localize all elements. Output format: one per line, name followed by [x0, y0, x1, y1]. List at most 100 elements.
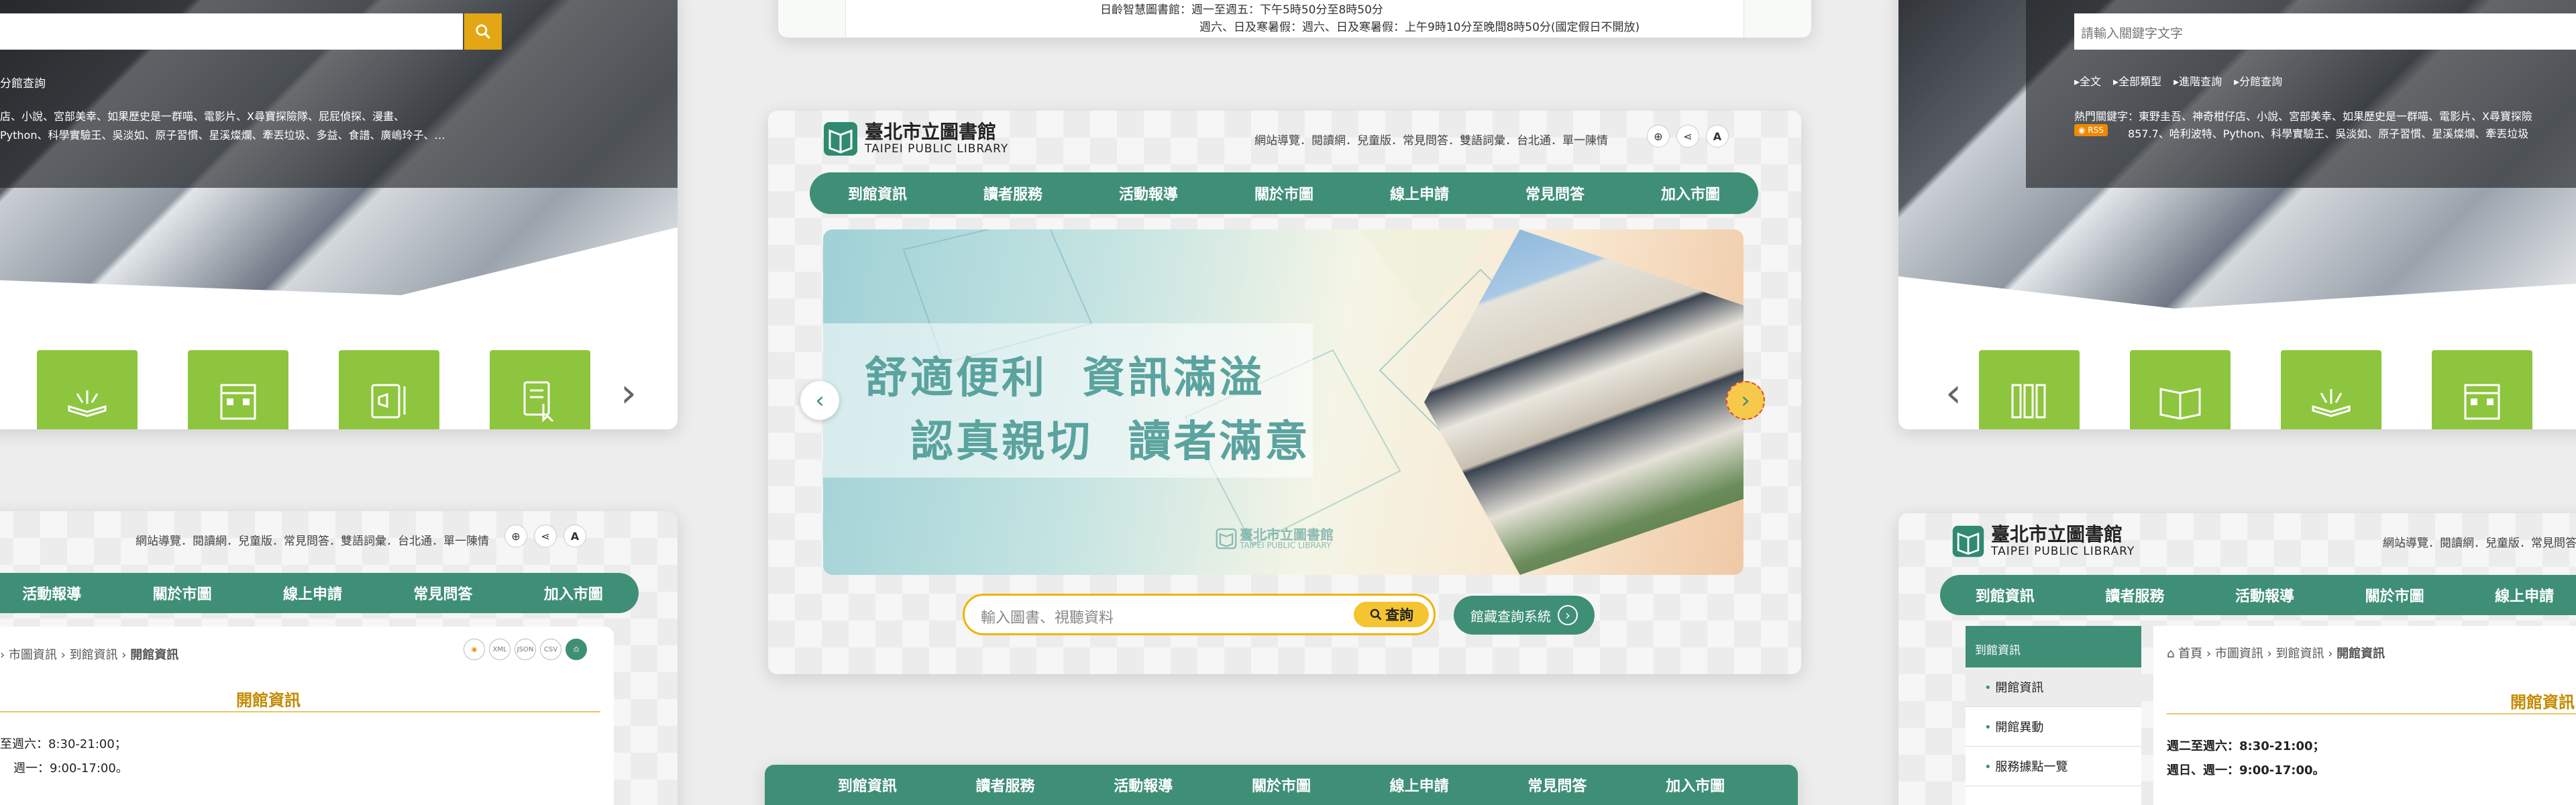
link-branch[interactable]: ▸分館查詢	[2234, 72, 2282, 89]
quick-link-branches[interactable]	[188, 350, 288, 429]
search-submit-button[interactable]: 查詢	[1354, 602, 1429, 627]
chevron-right-icon: ›	[1741, 387, 1750, 414]
xml-icon[interactable]: XML	[489, 639, 511, 660]
crumb-home[interactable]: 首頁	[2178, 647, 2202, 661]
nav-online-apply[interactable]: 線上申請	[2495, 584, 2554, 606]
utility-links[interactable]: 網站導覽．閱讀網．兒童版．常見問答．雙語詞彙．台北通．單一陳情	[136, 531, 489, 548]
carousel-next-icon[interactable]: ›	[621, 373, 637, 413]
books-icon	[2011, 384, 2046, 419]
side-menu: 到館資訊 • 開館資訊 • 開館異動 • 服務據點一覽	[1966, 626, 2141, 805]
nav-about[interactable]: 關於市圖	[1254, 182, 1313, 204]
nav-preview-card: 到館資訊 讀者服務 活動報導 關於市圖 線上申請 常見問答 加入市圖	[765, 765, 1798, 805]
smart-library-hours-1: 日齡智慧圖書館：週一至週五：下午5時50分至8時50分	[1100, 3, 1383, 17]
spark-book-icon	[2312, 389, 2351, 417]
nav-visit-info[interactable]: 到館資訊	[1976, 584, 2035, 606]
quick-link-ebooks[interactable]	[339, 350, 439, 429]
carousel-prev-button[interactable]: ‹	[800, 381, 839, 420]
building-icon	[220, 384, 256, 420]
search-type-links[interactable]: ▸全文 ▸全部類型 ▸進階查詢 ▸分館查詢	[2074, 72, 2282, 89]
nav-about[interactable]: 關於市圖	[153, 582, 212, 604]
library-logo-icon	[1952, 525, 1984, 557]
font-size-icon[interactable]: A	[564, 525, 586, 547]
search-input[interactable]	[0, 13, 463, 50]
json-icon[interactable]: JSON	[515, 639, 536, 660]
open-book-icon	[2159, 388, 2201, 420]
crumb-city-library[interactable]: 市圖資訊	[9, 648, 57, 662]
hours-line-1: 週二至週六：8:30-21:00；	[2167, 739, 2325, 753]
share-icon[interactable]: ⋖	[534, 525, 557, 547]
globe-icon[interactable]: ⊕	[1647, 125, 1670, 148]
utility-links[interactable]: 網站導覽．閱讀網．兒童版．常見問答．雙語詞彙．台北通．單一陳情	[2383, 533, 2576, 550]
globe-icon[interactable]: ⊕	[504, 525, 527, 547]
crumb-city-library[interactable]: 市圖資訊	[2215, 647, 2263, 661]
nav-join[interactable]: 加入市圖	[1666, 774, 1725, 796]
page-title: 開館資訊	[2510, 693, 2575, 712]
rss-icon[interactable]: ◉	[464, 639, 485, 660]
hours-line-2: 週日、週一：9:00-17:00。	[2167, 763, 2325, 777]
nav-reader-services[interactable]: 讀者服務	[976, 774, 1035, 796]
crumb-visit-info[interactable]: 到館資訊	[2275, 647, 2324, 661]
nav-online-apply[interactable]: 線上申請	[283, 582, 342, 604]
side-item-changes[interactable]: • 開館異動	[1966, 707, 2141, 747]
nav-reader-services[interactable]: 讀者服務	[983, 182, 1042, 204]
quick-link-reading-room[interactable]	[2130, 350, 2231, 429]
nav-faq[interactable]: 常見問答	[413, 582, 472, 604]
share-icon[interactable]: ⋖	[1676, 125, 1699, 148]
rss-icon: ◉	[2078, 125, 2088, 135]
catalog-search-input[interactable]: 輸入圖書、視聽資料	[981, 606, 1114, 627]
side-item-locations[interactable]: • 服務據點一覽	[1966, 747, 2141, 786]
nav-faq[interactable]: 常見問答	[1525, 182, 1585, 204]
nav-faq[interactable]: 常見問答	[1527, 774, 1587, 796]
nav-about[interactable]: 關於市圖	[1252, 774, 1311, 796]
chevron-left-icon: ‹	[815, 387, 824, 414]
nav-reader-services[interactable]: 讀者服務	[2105, 584, 2164, 606]
quick-link-apply[interactable]	[490, 350, 590, 429]
main-nav: 到館資訊 讀者服務 活動報導 關於市圖 線上申請 常見問答 加入市圖	[810, 172, 1758, 214]
library-logo-icon	[1216, 528, 1237, 549]
nav-activities[interactable]: 活動報導	[22, 582, 81, 604]
rss-badge[interactable]: ◉ RSS	[2074, 124, 2108, 136]
nav-activities[interactable]: 活動報導	[2235, 584, 2294, 606]
quick-link-activities[interactable]	[2281, 350, 2381, 429]
branch-search-link[interactable]: 分館查詢	[0, 74, 46, 91]
search-submit-label: 查詢	[1385, 607, 1413, 623]
search-input[interactable]: 請輸入關鍵字文字	[2074, 13, 2576, 50]
carousel-prev-icon[interactable]: ‹	[1945, 373, 1962, 413]
crumb-visit-info[interactable]: 到館資訊	[70, 648, 118, 662]
nav-visit-info[interactable]: 到館資訊	[838, 774, 897, 796]
logo[interactable]: 臺北市立圖書館 TAIPEI PUBLIC LIBRARY	[1951, 524, 2135, 559]
title-underline	[0, 711, 600, 712]
nav-activities[interactable]: 活動報導	[1119, 182, 1178, 204]
nav-online-apply[interactable]: 線上申請	[1390, 182, 1449, 204]
crumb-current: 開館資訊	[2337, 647, 2385, 661]
font-size-icon[interactable]: A	[1706, 125, 1729, 148]
link-all-types[interactable]: ▸全部類型	[2113, 72, 2161, 89]
carousel-next-button[interactable]: ›	[1726, 381, 1765, 420]
hot-keywords-line-1: 熱門關鍵字：東野圭吾、神奇柑仔店、小說、宮部美幸、如果歷史是一群喵、電影片、X尋…	[2074, 110, 2532, 123]
opening-hours-card-right: 臺北市立圖書館 TAIPEI PUBLIC LIBRARY 網站導覽．閱讀網．兒…	[1898, 513, 2576, 805]
logo[interactable]: 臺北市立圖書館 TAIPEI PUBLIC LIBRARY	[822, 120, 1008, 158]
library-logo-icon	[824, 122, 857, 156]
nav-visit-info[interactable]: 到館資訊	[848, 182, 907, 204]
side-item-hours[interactable]: • 開館資訊	[1966, 667, 2141, 707]
link-advanced[interactable]: ▸進階查詢	[2174, 72, 2222, 89]
quick-link-books[interactable]	[1979, 350, 2080, 429]
print-icon[interactable]: ⎙	[566, 639, 587, 660]
opening-hours-card-left: 網站導覽．閱讀網．兒童版．常見問答．雙語詞彙．台北通．單一陳情 ⊕ ⋖ A 活動…	[0, 511, 678, 805]
nav-join[interactable]: 加入市圖	[1661, 182, 1720, 204]
utility-links[interactable]: 網站導覽．閱讀網．兒童版．常見問答．雙語詞彙．台北通．單一陳情	[1254, 131, 1608, 148]
nav-activities[interactable]: 活動報導	[1114, 774, 1173, 796]
nav-about[interactable]: 關於市圖	[2365, 584, 2424, 606]
open-book-icon	[68, 390, 107, 417]
hero-banner[interactable]: 舒適便利 資訊滿溢 認真親切 讀者滿意 臺北市立圖書館 TAIPEI PUBLI…	[823, 229, 1743, 575]
smart-library-hours-2: 週六、日及寒暑假：週六、日及寒暑假：上午9時10分至晚間8時50分(國定假日不開…	[1199, 21, 1640, 34]
catalog-system-button[interactable]: 館藏查詢系統 ›	[1454, 596, 1595, 635]
csv-icon[interactable]: CSV	[540, 639, 561, 660]
nav-online-apply[interactable]: 線上申請	[1390, 774, 1449, 796]
quick-link-branches[interactable]	[2432, 350, 2532, 429]
top-center-card: 日齡智慧圖書館：週一至週五：下午5時50分至8時50分 週六、日及寒暑假：週六、…	[778, 0, 1811, 38]
quick-link-reading[interactable]	[37, 350, 138, 429]
search-button[interactable]	[464, 13, 502, 50]
nav-join[interactable]: 加入市圖	[544, 582, 603, 604]
link-fulltext[interactable]: ▸全文	[2074, 72, 2101, 89]
